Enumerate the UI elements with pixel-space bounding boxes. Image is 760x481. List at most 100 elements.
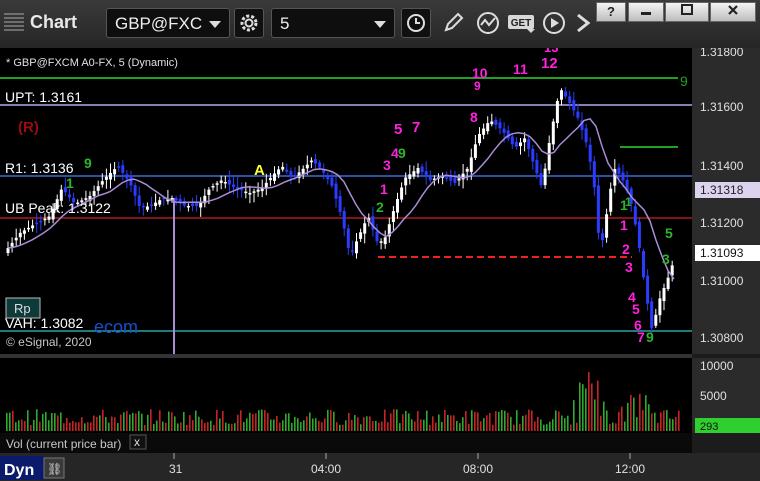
volume-bar — [312, 418, 314, 431]
volume-bar — [429, 424, 431, 431]
candle-body — [117, 166, 121, 168]
volume-bar — [627, 402, 629, 431]
candle-body — [609, 188, 613, 212]
volume-bar — [672, 419, 674, 431]
volume-bar — [612, 422, 614, 431]
volume-bar — [174, 416, 176, 431]
candle-body — [18, 232, 22, 238]
candle-body — [182, 200, 186, 206]
volume-bar — [192, 420, 194, 431]
candle-body — [383, 237, 387, 245]
volume-bar — [66, 417, 68, 431]
get-label: GET — [511, 18, 532, 29]
volume-bar — [669, 418, 671, 431]
volume-bar — [444, 409, 446, 431]
volume-bar — [660, 412, 662, 431]
volume-tick: 10000 — [700, 359, 734, 373]
volume-bar — [84, 423, 86, 431]
volume-bar — [336, 422, 338, 431]
volume-bar — [477, 412, 479, 431]
volume-bar — [528, 409, 530, 431]
signal-count: 5 — [632, 301, 640, 317]
volume-bar — [93, 415, 95, 431]
volume-bar — [399, 423, 401, 431]
candle-body — [428, 176, 432, 180]
volume-bar — [564, 418, 566, 431]
volume-bar — [15, 422, 17, 431]
candle-body — [588, 144, 592, 162]
candle-body — [646, 275, 650, 304]
draw-tool-button[interactable] — [438, 8, 468, 38]
volume-bar — [360, 424, 362, 431]
volume-bar — [531, 410, 533, 431]
minimize-button[interactable] — [628, 2, 664, 22]
volume-bar — [384, 409, 386, 431]
volume-bar — [519, 423, 521, 431]
volume-bar — [57, 415, 59, 431]
volume-bar — [75, 422, 77, 431]
volume-bar — [123, 412, 125, 431]
ma-price-tag-text: 1.31318 — [700, 183, 744, 197]
candle-body — [498, 122, 502, 129]
volume-bar — [597, 380, 599, 431]
play-button[interactable] — [539, 8, 569, 38]
volume-bar — [240, 410, 242, 431]
time-button[interactable] — [401, 8, 431, 38]
candle-body — [47, 216, 51, 220]
volume-bar — [357, 417, 359, 431]
volume-bar — [258, 410, 260, 431]
restore-icon — [681, 4, 693, 15]
candle-body — [232, 184, 235, 188]
settings-button[interactable] — [234, 8, 264, 38]
volume-bar — [114, 417, 116, 431]
time-tick: 31 — [169, 462, 183, 476]
candle-body — [396, 199, 399, 213]
volume-bar — [105, 416, 107, 431]
candle-body — [584, 128, 588, 143]
volume-bar — [279, 422, 281, 431]
volume-bar — [315, 418, 317, 431]
close-button[interactable] — [710, 2, 756, 22]
volume-bar — [582, 384, 584, 431]
volume-bar — [330, 410, 332, 431]
restore-button[interactable] — [665, 2, 709, 22]
price-tick: 1.31200 — [700, 216, 744, 230]
signal-count: 2 — [622, 241, 630, 257]
price-tick: 1.30800 — [700, 331, 744, 345]
time-axis[interactable] — [0, 453, 760, 481]
candle-body — [150, 204, 153, 206]
volume-bar — [111, 416, 113, 431]
interval-value: 5 — [280, 14, 290, 33]
volume-bar — [270, 419, 272, 431]
candle-body — [555, 101, 559, 124]
volume-bar — [327, 409, 329, 431]
candle-body — [473, 144, 477, 158]
get-button[interactable]: GET — [506, 8, 536, 38]
signal-count: 3 — [383, 157, 391, 173]
volume-bar — [81, 417, 83, 431]
symbol-select[interactable]: GBP@FXC — [106, 8, 230, 38]
interval-select[interactable]: 5 — [271, 8, 395, 38]
price-axis[interactable] — [692, 48, 760, 354]
price-tick: 1.31800 — [700, 48, 744, 59]
volume-bar — [573, 400, 575, 431]
volume-bar — [219, 418, 221, 431]
volume-bar — [267, 412, 269, 431]
help-button[interactable]: ? — [596, 2, 626, 22]
volume-bar — [441, 422, 443, 431]
volume-bar — [678, 410, 680, 431]
chart-area[interactable]: 9109111213578431921123456795311 * GBP@FX… — [0, 48, 760, 481]
drag-grip-icon[interactable] — [4, 13, 24, 31]
volume-bar — [339, 424, 341, 431]
volume-bar — [378, 422, 380, 431]
volume-bar — [207, 422, 209, 431]
signal-count: 3 — [662, 251, 670, 267]
candle-body — [568, 96, 572, 104]
candle-body — [14, 237, 18, 241]
gear-icon — [240, 14, 258, 32]
volume-bar — [24, 421, 26, 431]
studies-button[interactable] — [473, 8, 503, 38]
volume-bar — [342, 424, 344, 431]
close-icon — [728, 5, 738, 15]
volume-bar — [618, 411, 620, 431]
